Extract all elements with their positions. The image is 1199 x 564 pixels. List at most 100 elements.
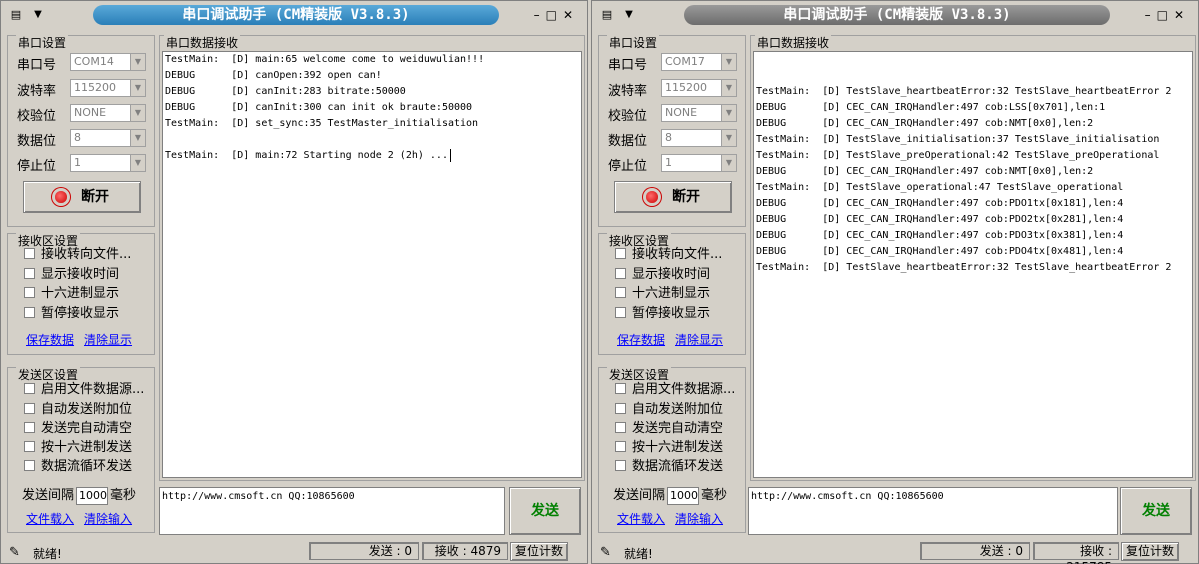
recv-textarea[interactable]: TestMain: [D] main:65 welcome come to we…	[162, 51, 582, 478]
port-select[interactable]: COM17 ▼	[661, 53, 737, 71]
app-menu-icon[interactable]: ▤	[5, 7, 27, 23]
baud-select[interactable]: 115200 ▼	[661, 79, 737, 97]
send-settings-group: 发送区设置 启用文件数据源... 自动发送附加位 发送完自动清空 按十六进制发送…	[598, 366, 746, 533]
parity-select[interactable]: NONE ▼	[70, 104, 146, 122]
log-line: DEBUG [D] CEC_CAN_IRQHandler:497 cob:PDO…	[756, 214, 1124, 225]
clear-display-link[interactable]: 清除显示	[675, 331, 723, 348]
dropdown-arrow-icon: ▼	[130, 54, 145, 70]
interval-input[interactable]: 1000	[667, 486, 700, 505]
send-option-checkbox[interactable]: 发送完自动清空	[615, 421, 723, 437]
send-option-checkbox[interactable]: 自动发送附加位	[615, 402, 723, 418]
text-caret	[449, 148, 451, 162]
disconnect-button[interactable]: 断开	[23, 181, 141, 213]
dropdown-arrow-icon: ▼	[130, 105, 145, 121]
recv-area-title: 串口数据接收	[164, 34, 241, 51]
send-interval: 发送间隔 1000 毫秒	[22, 486, 137, 505]
parity-label: 校验位	[17, 109, 57, 124]
send-button[interactable]: 发送	[1120, 487, 1192, 535]
recv-option-checkbox[interactable]: 暂停接收显示	[615, 306, 710, 322]
window-title: 串口调试助手 (CM精装版 V3.8.3)	[93, 5, 499, 25]
clear-input-link[interactable]: 清除输入	[84, 510, 132, 527]
interval-input[interactable]: 1000	[76, 486, 109, 505]
recv-settings-group: 接收区设置 接收转向文件... 显示接收时间 十六进制显示 暂停接收显示 保存数…	[7, 232, 155, 355]
send-option-checkbox[interactable]: 发送完自动清空	[24, 421, 132, 437]
window-title: 串口调试助手 (CM精装版 V3.8.3)	[684, 5, 1110, 25]
close-button[interactable]: ✕	[563, 8, 579, 22]
databits-select[interactable]: 8 ▼	[661, 129, 737, 147]
log-line: DEBUG [D] canOpen:392 open can!	[165, 70, 382, 81]
maximize-button[interactable]: □	[546, 8, 563, 22]
ready-icon: ✎	[9, 545, 20, 560]
recv-option-checkbox[interactable]: 十六进制显示	[24, 286, 119, 302]
stopbits-select[interactable]: 1 ▼	[70, 154, 146, 172]
send-input[interactable]: http://www.cmsoft.cn QQ:10865600	[159, 487, 505, 535]
log-line: DEBUG [D] canInit:300 can init ok braute…	[165, 102, 473, 113]
send-option-checkbox[interactable]: 数据流循环发送	[24, 459, 132, 475]
recv-area: 串口数据接收 TestMain: [D] TestSlave_heartbeat…	[750, 34, 1196, 481]
recv-area-title: 串口数据接收	[755, 34, 832, 51]
recv-option-checkbox[interactable]: 接收转向文件...	[615, 247, 722, 263]
dropdown-arrow-icon: ▼	[721, 155, 736, 171]
parity-label: 校验位	[608, 109, 648, 124]
parity-select[interactable]: NONE ▼	[661, 104, 737, 122]
save-data-link[interactable]: 保存数据	[26, 331, 74, 348]
recv-settings-group: 接收区设置 接收转向文件... 显示接收时间 十六进制显示 暂停接收显示 保存数…	[598, 232, 746, 355]
stopbits-label: 停止位	[608, 159, 648, 174]
file-load-link[interactable]: 文件载入	[26, 510, 74, 527]
port-select[interactable]: COM14 ▼	[70, 53, 146, 71]
status-led-icon	[55, 191, 67, 203]
clear-input-link[interactable]: 清除输入	[675, 510, 723, 527]
recv-option-checkbox[interactable]: 暂停接收显示	[24, 306, 119, 322]
app-menu-icon[interactable]: ▤	[596, 7, 618, 23]
close-button[interactable]: ✕	[1174, 8, 1190, 22]
databits-label: 数据位	[17, 134, 57, 149]
send-option-checkbox[interactable]: 按十六进制发送	[24, 440, 132, 456]
send-input[interactable]: http://www.cmsoft.cn QQ:10865600	[748, 487, 1118, 535]
log-line: DEBUG [D] canInit:283 bitrate:50000	[165, 86, 406, 97]
log-line: TestMain: [D] main:65 welcome come to we…	[165, 54, 485, 65]
disconnect-button[interactable]: 断开	[614, 181, 732, 213]
maximize-button[interactable]: □	[1157, 8, 1174, 22]
minimize-button[interactable]: –	[534, 8, 546, 22]
group-title: 串口设置	[607, 34, 660, 51]
sent-count: 发送 : 0	[309, 542, 419, 560]
file-load-link[interactable]: 文件载入	[617, 510, 665, 527]
serial-window-left: ▤ ▼ 串口调试助手 (CM精装版 V3.8.3) –□✕ 串口设置 串口号 C…	[0, 0, 588, 564]
recv-log: TestMain: [D] main:65 welcome come to we…	[163, 52, 581, 164]
dropdown-arrow-icon: ▼	[721, 105, 736, 121]
log-line: TestMain: [D] TestSlave_initialisation:3…	[756, 134, 1160, 145]
stopbits-select[interactable]: 1 ▼	[661, 154, 737, 172]
minimize-button[interactable]: –	[1145, 8, 1157, 22]
send-option-checkbox[interactable]: 自动发送附加位	[24, 402, 132, 418]
recv-textarea[interactable]: TestMain: [D] TestSlave_heartbeatError:3…	[753, 51, 1193, 478]
send-interval: 发送间隔 1000 毫秒	[613, 486, 728, 505]
log-line: DEBUG [D] CEC_CAN_IRQHandler:497 cob:PDO…	[756, 230, 1124, 241]
save-data-link[interactable]: 保存数据	[617, 331, 665, 348]
send-option-checkbox[interactable]: 启用文件数据源...	[615, 382, 735, 398]
send-button[interactable]: 发送	[509, 487, 581, 535]
databits-select[interactable]: 8 ▼	[70, 129, 146, 147]
recv-area: 串口数据接收 TestMain: [D] main:65 welcome com…	[159, 34, 585, 481]
recv-option-checkbox[interactable]: 显示接收时间	[615, 267, 710, 283]
title-bar[interactable]: ▤ ▼ 串口调试助手 (CM精装版 V3.8.3) –□✕	[592, 1, 1198, 29]
send-option-checkbox[interactable]: 按十六进制发送	[615, 440, 723, 456]
chevron-down-icon[interactable]: ▼	[31, 7, 45, 23]
title-bar[interactable]: ▤ ▼ 串口调试助手 (CM精装版 V3.8.3) –□✕	[1, 1, 587, 29]
send-option-checkbox[interactable]: 启用文件数据源...	[24, 382, 144, 398]
recv-option-checkbox[interactable]: 接收转向文件...	[24, 247, 131, 263]
chevron-down-icon[interactable]: ▼	[622, 7, 636, 23]
dropdown-arrow-icon: ▼	[721, 54, 736, 70]
log-line: TestMain: [D] main:72 Starting node 2 (2…	[165, 148, 581, 164]
dropdown-arrow-icon: ▼	[130, 155, 145, 171]
baud-select[interactable]: 115200 ▼	[70, 79, 146, 97]
recv-option-checkbox[interactable]: 十六进制显示	[615, 286, 710, 302]
send-option-checkbox[interactable]: 数据流循环发送	[615, 459, 723, 475]
clear-display-link[interactable]: 清除显示	[84, 331, 132, 348]
databits-label: 数据位	[608, 134, 648, 149]
reset-count-button[interactable]: 复位计数	[510, 542, 568, 561]
reset-count-button[interactable]: 复位计数	[1121, 542, 1179, 561]
recv-option-checkbox[interactable]: 显示接收时间	[24, 267, 119, 283]
log-line: DEBUG [D] CEC_CAN_IRQHandler:497 cob:PDO…	[756, 198, 1124, 209]
